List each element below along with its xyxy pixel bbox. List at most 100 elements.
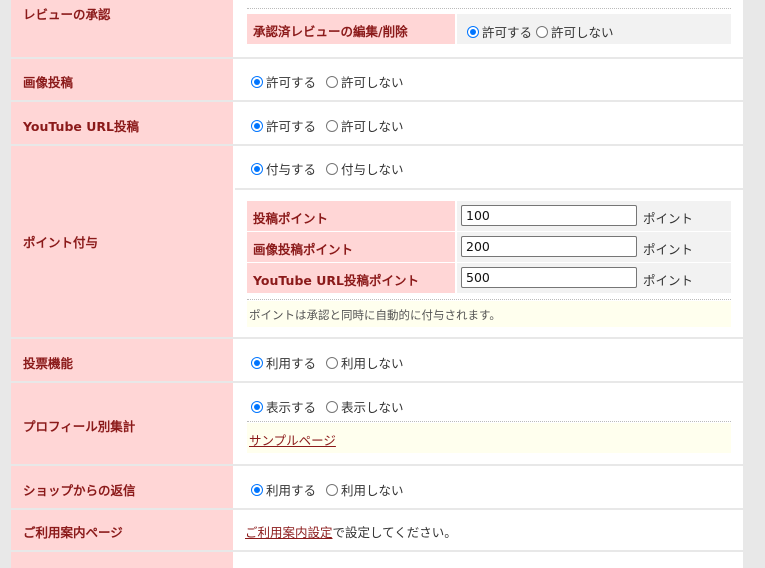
sub-value: 許可する 許可しない [457,14,731,44]
youtube-points-input[interactable] [461,267,637,288]
radio-allow[interactable] [467,25,479,38]
radio-grant[interactable] [251,162,263,175]
option-label: 利用しない [341,356,404,371]
row-label: ご利用案内ページ [11,510,233,550]
sub-label-text: 投稿ポイント [253,211,329,226]
option-label: 表示しない [341,400,404,415]
sub-label: 画像投稿ポイント [247,232,455,262]
sub-label-text: 画像投稿ポイント [253,242,354,257]
sub-label: YouTube URL投稿ポイント [247,263,455,293]
row-youtube-post: YouTube URL投稿 許可する 許可しない [11,102,743,144]
radio-deny[interactable] [326,75,339,88]
divider [247,421,731,422]
radio-group: 許可する 許可しない [251,72,414,91]
guide-suffix: で設定してください。 [332,525,457,540]
unit-label: ポイント [643,273,694,288]
row-review-approval: レビューの承認 承認済レビューの編集/削除 許可する 許可しない [11,0,743,57]
option-label: 許可しない [341,119,404,134]
option-label: 許可する [266,75,317,90]
label-text: ご利用案内ページ [23,525,123,540]
row-value: 利用する 利用しない [235,466,743,508]
sub-label-text: YouTube URL投稿ポイント [253,273,419,288]
radio-use[interactable] [251,356,263,369]
row-value: 承認済レビューの編集/削除 許可する 許可しない [235,0,743,57]
row-label: 投票機能 [11,339,233,381]
radio-group: 許可する 許可しない [251,116,414,135]
row-image-post: 画像投稿 許可する 許可しない [11,59,743,100]
row-label: ショップからの返信 [11,466,233,508]
inner-divider [235,188,743,190]
radio-use[interactable] [251,483,263,496]
points-note: ポイントは承認と同時に自動的に付与されます。 [247,301,731,327]
note-text: ポイントは承認と同時に自動的に付与されます。 [249,308,501,322]
option-label: 表示する [266,400,317,415]
row-value: 表示する 表示しない サンプルページ [235,383,743,464]
option-label: 許可しない [551,25,614,40]
option-label: 利用しない [341,483,404,498]
row-value: 許可する 許可しない [235,59,743,100]
radio-deny[interactable] [326,119,339,132]
radio-show[interactable] [251,400,263,413]
row-profile-stats: プロフィール別集計 表示する 表示しない サンプルページ [11,383,743,464]
radio-hide[interactable] [326,400,339,413]
sub-row-youtube-points: YouTube URL投稿ポイント ポイント [247,263,731,293]
row-value: 付与する 付与しない 投稿ポイント ポイント 画像投稿ポイント ポイント You [235,146,743,337]
row-value: 許可する 許可しない [235,102,743,144]
row-shop-reply: ショップからの返信 利用する 利用しない [11,466,743,508]
label-text: レビューの承認 [23,7,111,22]
unit-label: ポイント [643,242,694,257]
row-value: ご利用案内設定で設定してください。 [235,510,743,550]
radio-group: 許可する 許可しない [467,22,624,41]
radio-group: 利用する 利用しない [251,480,414,499]
label-text: 画像投稿 [23,75,74,90]
radio-group: 利用する 利用しない [251,353,414,372]
radio-group: 表示する 表示しない [251,397,414,416]
divider [247,299,731,300]
divider [247,8,731,9]
guide-settings-link[interactable]: ご利用案内設定 [245,525,333,540]
row-guide-page: ご利用案内ページ ご利用案内設定で設定してください。 [11,510,743,550]
sub-row-edit-delete: 承認済レビューの編集/削除 許可する 許可しない [247,14,731,44]
row-label: 画像投稿 [11,59,233,100]
option-label: 許可しない [341,75,404,90]
row-label [11,552,233,568]
radio-no-grant[interactable] [326,162,339,175]
row-label: YouTube URL投稿 [11,102,233,144]
row-label: ポイント付与 [11,146,233,337]
radio-group: 付与する 付与しない [251,159,414,178]
guide-text: ご利用案内設定で設定してください。 [245,522,457,541]
label-text: ポイント付与 [23,235,99,250]
settings-table: レビューの承認 承認済レビューの編集/削除 許可する 許可しない 画像投稿 許可… [11,0,743,568]
radio-not-use[interactable] [326,356,339,369]
radio-allow[interactable] [251,75,263,88]
radio-not-use[interactable] [326,483,339,496]
sub-label: 承認済レビューの編集/削除 [247,14,455,44]
option-label: 付与しない [341,162,404,177]
image-points-input[interactable] [461,236,637,257]
post-points-input[interactable] [461,205,637,226]
sample-box: サンプルページ [247,423,731,453]
label-text: 投票機能 [23,356,74,371]
row-next-partial [11,552,743,568]
option-label: 付与する [266,162,317,177]
row-points: ポイント付与 付与する 付与しない 投稿ポイント ポイント 画像投稿ポイント ポ… [11,146,743,337]
option-label: 利用する [266,356,317,371]
row-voting: 投票機能 利用する 利用しない [11,339,743,381]
option-label: 許可する [266,119,317,134]
label-text: YouTube URL投稿 [23,119,139,134]
sample-page-link[interactable]: サンプルページ [249,430,336,449]
sub-value: ポイント [457,263,731,293]
radio-allow[interactable] [251,119,263,132]
option-label: 許可する [482,25,533,40]
sub-label: 投稿ポイント [247,201,455,231]
unit-label: ポイント [643,211,694,226]
option-label: 利用する [266,483,317,498]
radio-deny[interactable] [536,25,549,38]
label-text: ショップからの返信 [23,483,136,498]
sub-value: ポイント [457,201,731,231]
sub-row-image-points: 画像投稿ポイント ポイント [247,232,731,262]
sub-row-post-points: 投稿ポイント ポイント [247,201,731,231]
sub-value: ポイント [457,232,731,262]
sub-label-text: 承認済レビューの編集/削除 [253,24,408,39]
row-label: プロフィール別集計 [11,383,233,464]
